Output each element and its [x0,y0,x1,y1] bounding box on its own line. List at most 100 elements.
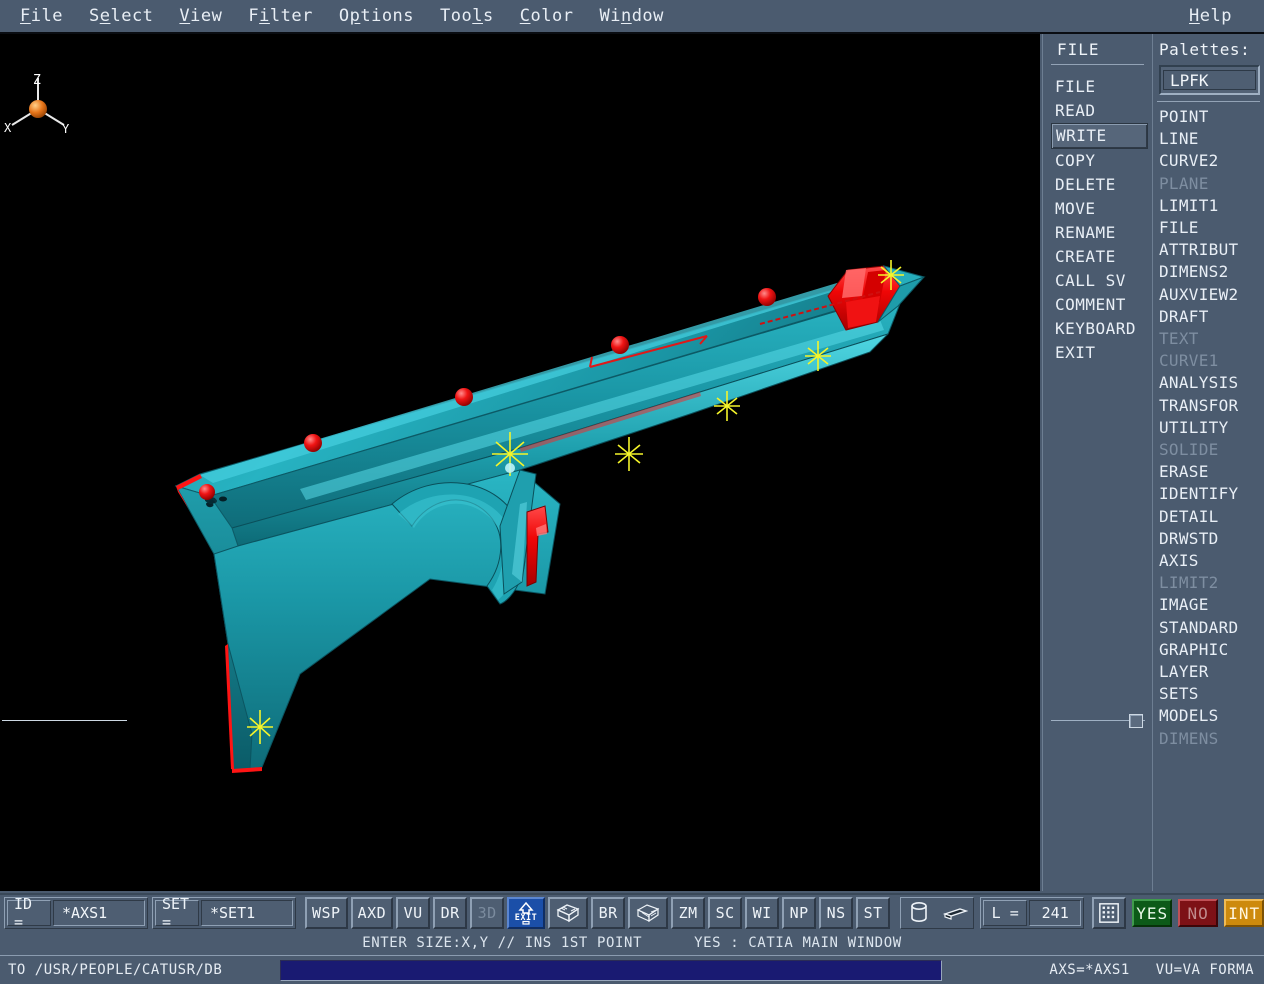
palette-item-graphic[interactable]: GRAPHIC [1159,639,1264,661]
yes-button[interactable]: YES [1132,899,1172,927]
layer-value-input[interactable]: 241 [1029,900,1081,926]
wireframe-cube-icon[interactable] [628,897,668,929]
no-button[interactable]: NO [1178,899,1218,927]
function-item-comment[interactable]: COMMENT [1051,293,1152,317]
toolbar-button-wi[interactable]: WI [745,897,779,929]
menu-select[interactable]: Select [79,4,163,28]
palette-item-transfor[interactable]: TRANSFOR [1159,395,1264,417]
palette-item-curve2[interactable]: CURVE2 [1159,150,1264,172]
weld-point [611,336,629,354]
toolbar-button-np[interactable]: NP [782,897,816,929]
grid-pattern-icon[interactable] [1092,897,1126,929]
palette-item-point[interactable]: POINT [1159,106,1264,128]
menu-color[interactable]: Color [510,4,584,28]
palette-item-models[interactable]: MODELS [1159,705,1264,727]
cylinder-icon[interactable] [902,897,936,929]
menu-view[interactable]: View [169,4,232,28]
int-button[interactable]: INT [1224,899,1264,927]
3d-viewport[interactable]: Z X Y [0,34,1040,891]
palettes-list: POINTLINECURVE2PLANELIMIT1FILEATTRIBUTDI… [1153,106,1264,750]
id-field-group: ID = *AXS1 [4,897,148,929]
menu-options[interactable]: Options [329,4,424,28]
toolbar-button-exit[interactable]: EXIT [507,897,545,929]
toolbar-button-st[interactable]: ST [856,897,890,929]
palette-selector[interactable]: LPFK [1159,65,1260,95]
toolbar-button-zm[interactable]: ZM [671,897,705,929]
function-item-write[interactable]: WRITE [1051,123,1148,149]
palette-item-erase[interactable]: ERASE [1159,461,1264,483]
menu-bar: File Select View Filter Options Tools Co… [0,0,1264,34]
palette-item-image[interactable]: IMAGE [1159,594,1264,616]
palette-item-axis[interactable]: AXIS [1159,550,1264,572]
function-item-rename[interactable]: RENAME [1051,221,1152,245]
menu-tools[interactable]: Tools [430,4,504,28]
function-item-read[interactable]: READ [1051,99,1152,123]
set-label: SET = [155,900,199,926]
palettes-title: Palettes: [1153,34,1264,63]
axis-info: AXS=*AXS1 [1049,962,1129,978]
toolbar-button-dr[interactable]: DR [433,897,467,929]
menu-window[interactable]: Window [589,4,673,28]
function-panel-divider [1051,64,1144,65]
palette-item-attribut[interactable]: ATTRIBUT [1159,239,1264,261]
sheet-metal-part [176,260,924,773]
layer-field-group: L = 241 [980,897,1084,929]
palette-item-drwstd[interactable]: DRWSTD [1159,528,1264,550]
svg-text:Z: Z [33,73,41,88]
palette-item-dimens2[interactable]: DIMENS2 [1159,261,1264,283]
toolbar-button-axd[interactable]: AXD [351,897,394,929]
palette-item-analysis[interactable]: ANALYSIS [1159,372,1264,394]
function-item-copy[interactable]: COPY [1051,149,1152,173]
toolbar-button-vu[interactable]: VU [396,897,430,929]
function-item-delete[interactable]: DELETE [1051,173,1152,197]
id-label: ID = [7,900,51,926]
palette-item-draft[interactable]: DRAFT [1159,306,1264,328]
id-value-input[interactable]: *AXS1 [53,900,145,926]
status-prompt: ENTER SIZE:X,Y // INS 1ST POINT [362,935,642,951]
palette-item-file[interactable]: FILE [1159,217,1264,239]
menu-help[interactable]: Help [1179,4,1242,28]
function-item-call-sv[interactable]: CALL SV [1051,269,1152,293]
toolbar-button-br[interactable]: BR [591,897,625,929]
status-line: ENTER SIZE:X,Y // INS 1ST POINT YES : CA… [0,931,1264,955]
weld-point [304,434,322,452]
command-input[interactable] [280,960,942,981]
panel-resize-handle[interactable] [1129,714,1143,728]
palette-item-sets[interactable]: SETS [1159,683,1264,705]
model-canvas: Z X Y [0,34,1040,891]
palette-item-identify[interactable]: IDENTIFY [1159,483,1264,505]
svg-text:Y: Y [62,122,70,136]
palette-item-line[interactable]: LINE [1159,128,1264,150]
set-value-input[interactable]: *SET1 [201,900,293,926]
palette-item-limit1[interactable]: LIMIT1 [1159,195,1264,217]
palette-item-layer[interactable]: LAYER [1159,661,1264,683]
toolbar-button-3d[interactable]: 3D [470,897,504,929]
menu-file[interactable]: File [10,4,73,28]
palette-item-limit2: LIMIT2 [1159,572,1264,594]
toolbar-button-ns[interactable]: NS [819,897,853,929]
palette-item-utility[interactable]: UTILITY [1159,417,1264,439]
layer-label: L = [983,900,1027,926]
svg-text:X: X [4,121,12,135]
function-item-move[interactable]: MOVE [1051,197,1152,221]
function-panel-title: FILE [1043,34,1152,62]
palette-item-detail[interactable]: DETAIL [1159,506,1264,528]
function-item-exit[interactable]: EXIT [1051,341,1152,365]
function-item-file[interactable]: FILE [1051,75,1152,99]
shaded-cube-icon[interactable] [548,897,588,929]
palette-selector-value: LPFK [1163,70,1256,90]
display-mode-group [900,897,974,929]
weld-point [758,288,776,306]
toolbar-button-sc[interactable]: SC [708,897,742,929]
palette-item-standard[interactable]: STANDARD [1159,617,1264,639]
status-hint: YES : CATIA MAIN WINDOW [694,935,902,951]
function-item-create[interactable]: CREATE [1051,245,1152,269]
plane-slab-icon[interactable] [938,897,972,929]
toolbar-button-wsp[interactable]: WSP [305,897,348,929]
set-field-group: SET = *SET1 [152,897,296,929]
bottom-toolbar: ID = *AXS1 SET = *SET1 WSPAXDVUDR3DEXIT B… [0,893,1264,931]
menu-filter[interactable]: Filter [238,4,322,28]
menu-file-label: ile [31,6,63,26]
palette-item-auxview2[interactable]: AUXVIEW2 [1159,284,1264,306]
function-item-keyboard[interactable]: KEYBOARD [1051,317,1152,341]
